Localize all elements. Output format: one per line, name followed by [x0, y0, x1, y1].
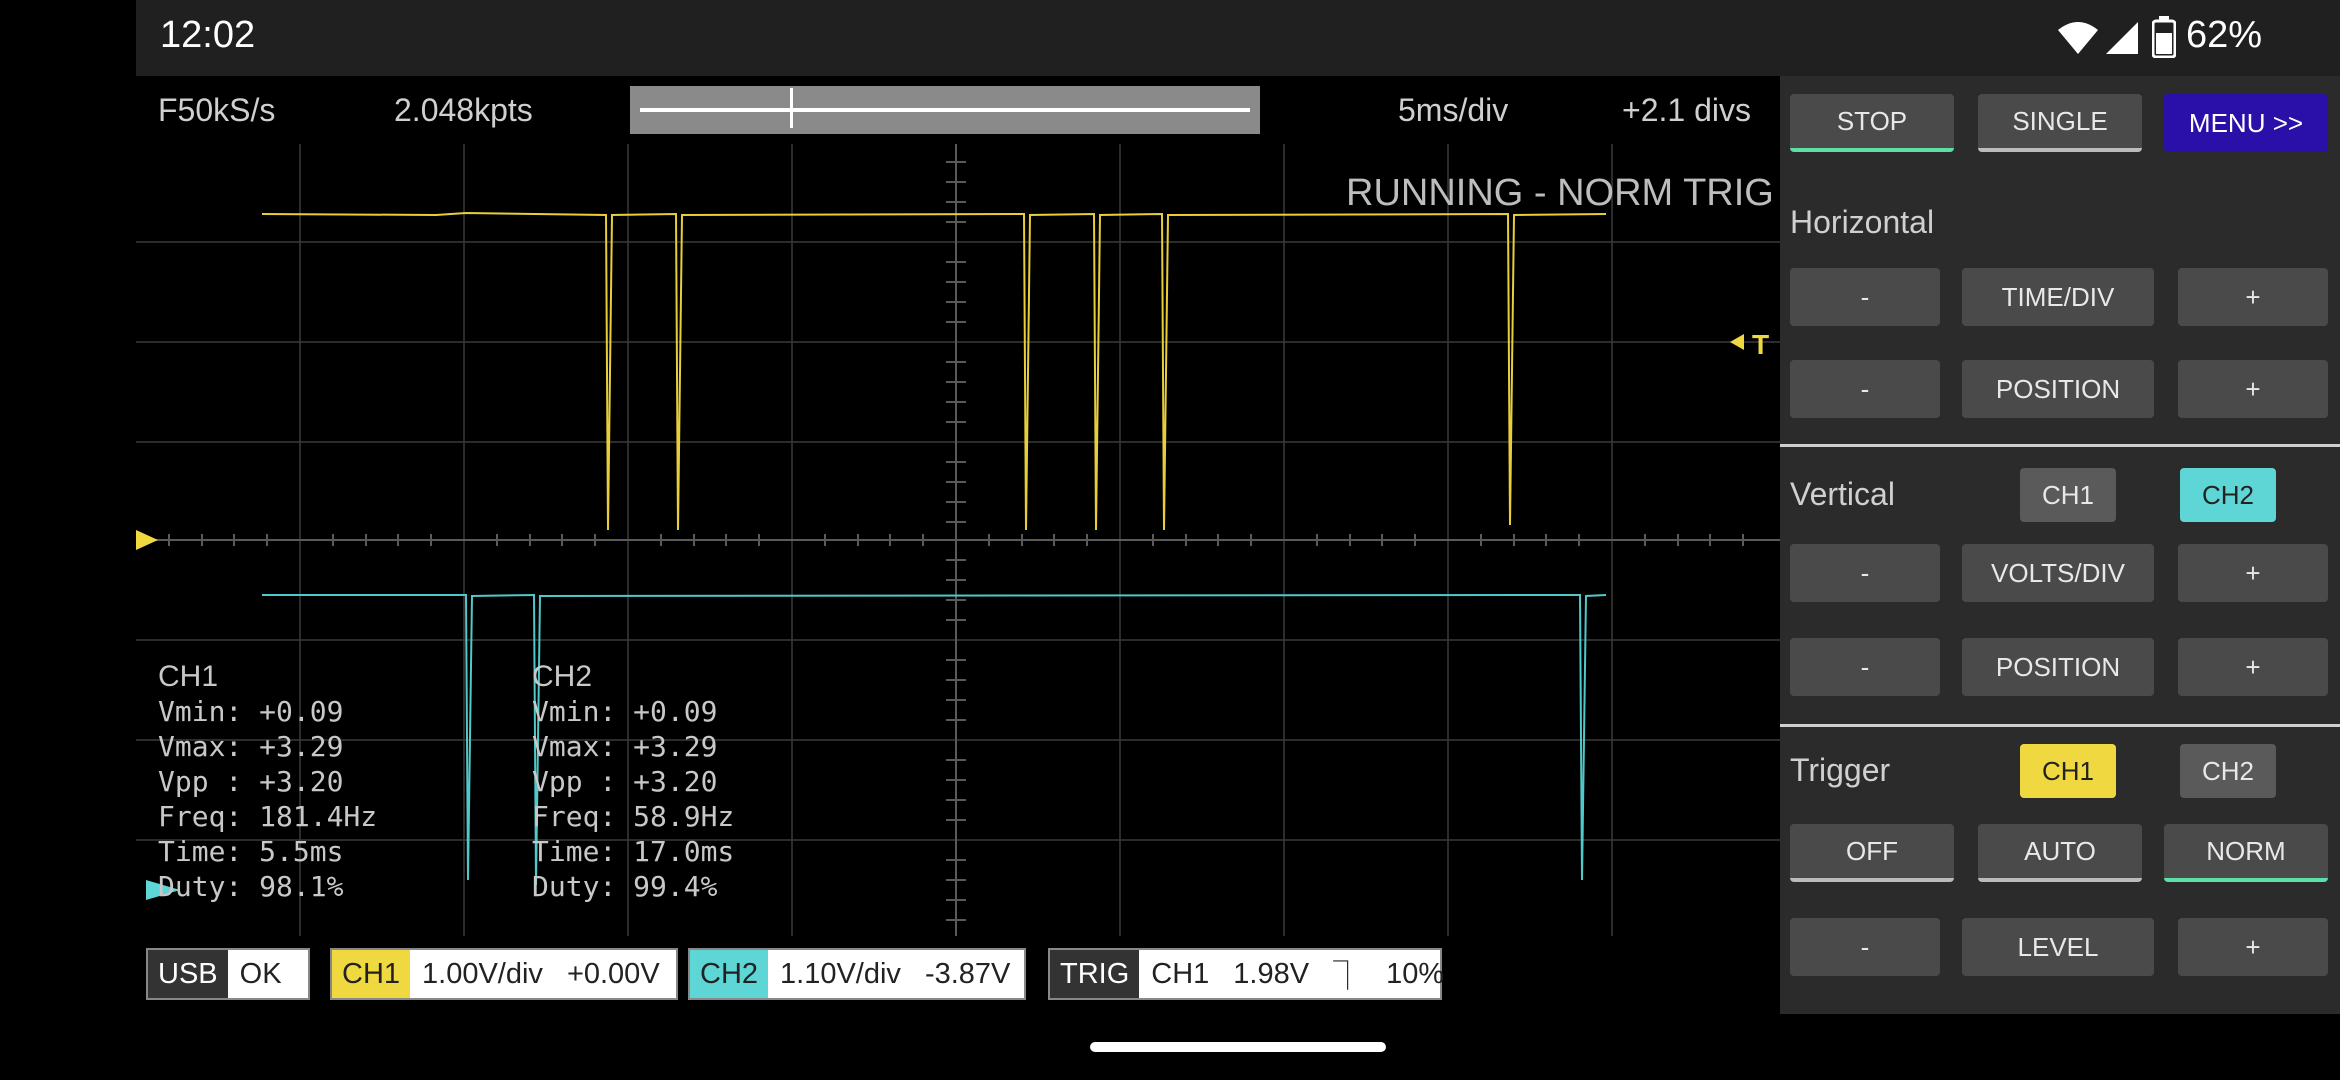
time-div-minus-button[interactable]: - — [1790, 268, 1940, 326]
trigger-level-label: T — [1752, 329, 1769, 360]
vertical-ch2-button[interactable]: CH2 — [2180, 468, 2276, 522]
horizontal-offset: +2.1 divs — [1622, 92, 1751, 128]
trigger-level-button[interactable]: LEVEL — [1962, 918, 2154, 976]
points-count: 2.048kpts — [394, 92, 533, 128]
h-position-minus-button[interactable]: - — [1790, 360, 1940, 418]
trig-level: 1.98V — [1233, 957, 1310, 990]
home-gesture-bar[interactable] — [1090, 1042, 1386, 1052]
h-position-plus-button[interactable]: + — [2178, 360, 2328, 418]
time-div-button[interactable]: TIME/DIV — [1962, 268, 2154, 326]
ch1-vmin: Vmin: +0.09 — [158, 695, 344, 728]
ch1-scale: 1.00V/div — [422, 957, 543, 990]
trigger-level-marker[interactable] — [1730, 334, 1744, 350]
ch1-duty: Duty: 98.1% — [158, 870, 344, 903]
time-div: 5ms/div — [1398, 92, 1509, 128]
status-time: 12:02 — [160, 14, 256, 56]
ch1-tag: CH1 — [332, 950, 411, 998]
ch1-measure-title: CH1 — [158, 660, 219, 693]
trig-source: CH1 — [1151, 957, 1210, 990]
ch2-vmin: Vmin: +0.09 — [532, 695, 718, 728]
ch1-measurements: CH1 Vmin: +0.09 Vmax: +3.29 Vpp : +3.20 … — [158, 660, 377, 904]
memory-position-bar[interactable] — [630, 86, 1260, 134]
v-position-plus-button[interactable]: + — [2178, 638, 2328, 696]
battery-icon — [2152, 16, 2176, 58]
vertical-ch1-button[interactable]: CH1 — [2020, 468, 2116, 522]
volts-div-minus-button[interactable]: - — [1790, 544, 1940, 602]
single-button[interactable]: SINGLE — [1978, 94, 2142, 152]
scope-display[interactable]: T — [136, 140, 1780, 940]
divider — [1780, 724, 2340, 727]
ch2-measurements: CH2 Vmin: +0.09 Vmax: +3.29 Vpp : +3.20 … — [532, 660, 734, 904]
center-axes — [136, 144, 1780, 936]
control-panel: STOP SINGLE MENU >> Horizontal - TIME/DI… — [1780, 76, 2340, 1014]
trig-tag: TRIG — [1050, 950, 1140, 998]
trigger-level-plus-button[interactable]: + — [2178, 918, 2328, 976]
v-position-minus-button[interactable]: - — [1790, 638, 1940, 696]
ch2-status[interactable]: CH2 1.10V/div -3.87V — [688, 948, 1026, 1000]
usb-status: USB OK — [146, 948, 310, 1000]
ch1-freq: Freq: 181.4Hz — [158, 800, 378, 833]
volts-div-plus-button[interactable]: + — [2178, 544, 2328, 602]
trigger-title: Trigger — [1790, 752, 1891, 788]
trigger-ch1-button[interactable]: CH1 — [2020, 744, 2116, 798]
usb-tag: USB — [148, 950, 228, 998]
acquisition-status: RUNNING - NORM TRIG — [1346, 172, 1774, 214]
trig-position: 10% — [1386, 957, 1445, 990]
ch2-tag: CH2 — [690, 950, 769, 998]
ch2-time: Time: 17.0ms — [532, 835, 735, 868]
usb-value: OK — [239, 957, 282, 990]
ch2-duty: Duty: 99.4% — [532, 870, 718, 903]
ch1-time: Time: 5.5ms — [158, 835, 344, 868]
trig-edge-icon: ⏋ — [1333, 961, 1363, 993]
trigger-off-button[interactable]: OFF — [1790, 824, 1954, 882]
ch2-scale: 1.10V/div — [780, 957, 901, 990]
ch1-offset: +0.00V — [566, 957, 660, 990]
ch1-status[interactable]: CH1 1.00V/div +0.00V — [330, 948, 678, 1000]
ch2-vmax: Vmax: +3.29 — [532, 730, 718, 763]
memory-track — [640, 108, 1250, 112]
ch2-measure-title: CH2 — [532, 660, 593, 693]
volts-div-button[interactable]: VOLTS/DIV — [1962, 544, 2154, 602]
trigger-ch2-button[interactable]: CH2 — [2180, 744, 2276, 798]
vertical-title: Vertical — [1790, 476, 1895, 512]
ch1-vmax: Vmax: +3.29 — [158, 730, 344, 763]
ch1-vpp: Vpp : +3.20 — [158, 765, 344, 798]
ch1-ground-marker[interactable] — [136, 530, 158, 550]
h-position-button[interactable]: POSITION — [1962, 360, 2154, 418]
trigger-level-minus-button[interactable]: - — [1790, 918, 1940, 976]
ch2-offset: -3.87V — [924, 957, 1011, 990]
menu-button[interactable]: MENU >> — [2164, 94, 2328, 152]
ch2-freq: Freq: 58.9Hz — [532, 800, 735, 833]
v-position-button[interactable]: POSITION — [1962, 638, 2154, 696]
ch2-vpp: Vpp : +3.20 — [532, 765, 718, 798]
battery-percent: 62% — [2186, 14, 2263, 56]
signal-icon — [2106, 22, 2138, 54]
trigger-norm-button[interactable]: NORM — [2164, 824, 2328, 882]
divider — [1780, 444, 2340, 447]
stop-button[interactable]: STOP — [1790, 94, 1954, 152]
wifi-icon — [2058, 22, 2098, 54]
memory-window-marker[interactable] — [790, 88, 793, 128]
trigger-status[interactable]: TRIG CH1 1.98V ⏋ 10% — [1048, 948, 1444, 1000]
sample-rate: F50kS/s — [158, 92, 276, 128]
status-bar — [136, 0, 2340, 76]
trigger-auto-button[interactable]: AUTO — [1978, 824, 2142, 882]
time-div-plus-button[interactable]: + — [2178, 268, 2328, 326]
horizontal-title: Horizontal — [1790, 204, 1935, 240]
